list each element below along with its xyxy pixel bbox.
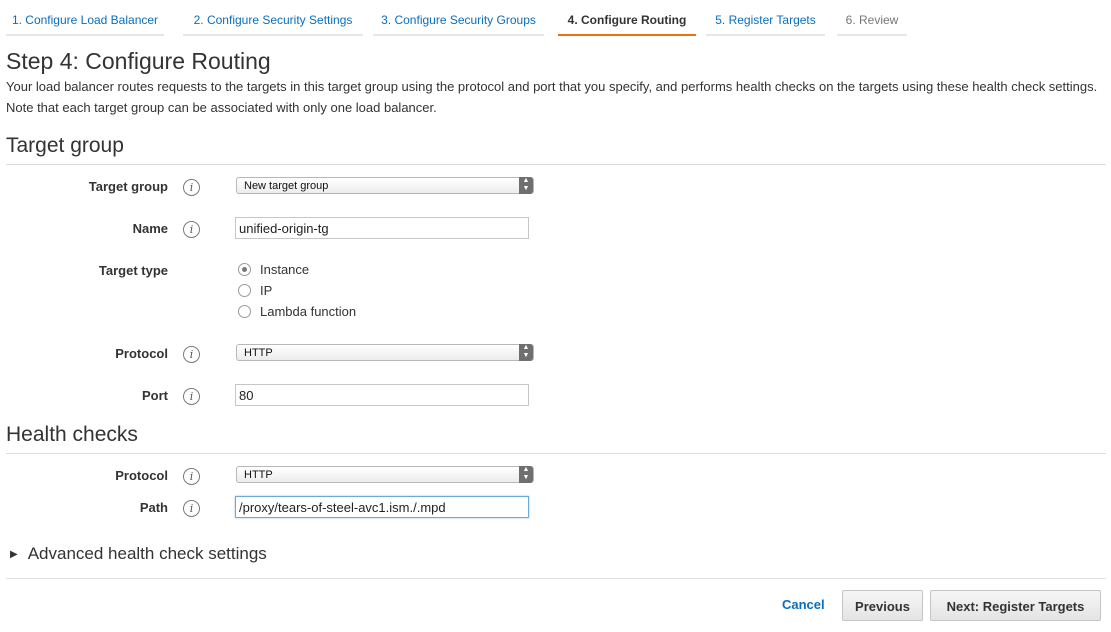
page-title: Step 4: Configure Routing [6,48,271,74]
advanced-health-check-toggle[interactable]: ▶ Advanced health check settings [10,544,267,564]
select-arrows-icon: ▲ ▼ [519,177,533,194]
radio-button-selected[interactable] [238,263,251,277]
health-protocol-select[interactable]: HTTP ▲ ▼ [236,466,534,483]
select-arrows-icon: ▲ ▼ [519,466,533,483]
protocol-select-value: HTTP [244,347,273,359]
footer-divider [6,578,1106,579]
info-icon[interactable]: i [183,179,200,196]
radio-label: IP [260,283,273,298]
port-label: Port [142,388,168,403]
advanced-health-check-label: Advanced health check settings [27,544,267,563]
cancel-link[interactable]: Cancel [782,597,825,612]
health-checks-section-title: Health checks [6,423,138,446]
target-type-radio-instance[interactable]: Instance [238,262,309,278]
target-group-section-title: Target group [6,134,124,157]
health-protocol-select-value: HTTP [244,469,273,481]
path-label: Path [139,500,168,515]
tab-configure-routing[interactable]: 4. Configure Routing [558,0,696,36]
info-icon[interactable]: i [183,388,200,405]
tab-review[interactable]: 6. Review [837,0,907,36]
info-icon[interactable]: i [183,346,200,363]
section-divider [6,453,1106,454]
info-icon[interactable]: i [183,500,200,517]
tab-register-targets[interactable]: 5. Register Targets [706,0,825,36]
target-group-select[interactable]: New target group ▲ ▼ [236,177,534,194]
radio-label: Instance [260,262,310,277]
path-input[interactable] [235,496,529,518]
target-type-radio-ip[interactable]: IP [238,283,272,299]
tab-configure-security-settings[interactable]: 2. Configure Security Settings [183,0,363,36]
select-arrows-icon: ▲ ▼ [519,344,533,361]
section-divider [6,164,1106,165]
target-group-select-value: New target group [244,180,329,192]
protocol-select[interactable]: HTTP ▲ ▼ [236,344,534,361]
tab-configure-load-balancer[interactable]: 1. Configure Load Balancer [6,0,164,36]
name-input[interactable] [235,217,529,239]
next-register-targets-button[interactable]: Next: Register Targets [930,590,1101,621]
radio-label: Lambda function [260,304,357,319]
previous-button[interactable]: Previous [842,590,923,621]
expand-triangle-icon: ▶ [10,549,18,560]
target-type-radio-lambda[interactable]: Lambda function [238,304,356,320]
info-icon[interactable]: i [183,221,200,238]
name-label: Name [132,221,168,236]
tab-configure-security-groups[interactable]: 3. Configure Security Groups [373,0,544,36]
protocol-label: Protocol [115,346,168,361]
health-protocol-label: Protocol [115,468,168,483]
page-description: Your load balancer routes requests to th… [6,79,1098,115]
port-input[interactable] [235,384,529,406]
target-group-label: Target group [88,179,168,194]
radio-button[interactable] [238,305,251,319]
target-type-label: Target type [98,263,168,278]
radio-button[interactable] [238,284,251,298]
info-icon[interactable]: i [183,468,200,485]
